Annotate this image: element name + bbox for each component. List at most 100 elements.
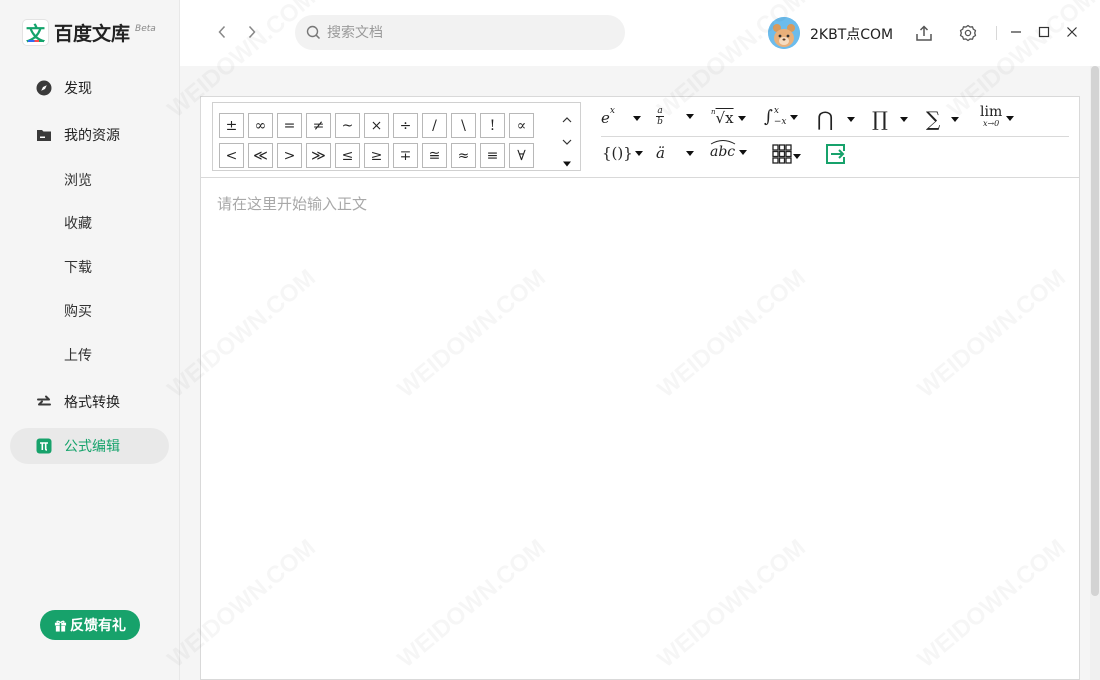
avatar[interactable]: [768, 17, 800, 49]
editor-body-placeholder[interactable]: 请在这里开始输入正文: [217, 193, 367, 214]
integral-upper: x: [773, 106, 779, 116]
symbol-backslash[interactable]: \: [451, 113, 476, 138]
formula-editor: ± ∞ = ≠ ~ × ÷ / \ ! ∝ < ≪ > ≫ ≤ ≥ ∓ ≅ ≈ …: [200, 96, 1080, 680]
symbol-plus-minus[interactable]: ±: [219, 113, 244, 138]
upload-icon[interactable]: [913, 22, 935, 44]
limit-sub: x→0: [982, 119, 1000, 128]
top-bar: 2KBT点COM: [180, 0, 1100, 66]
intersection-glyph: ⋂: [817, 107, 834, 131]
sidebar-subitem-browse[interactable]: 浏览: [64, 170, 92, 190]
symbol-minus-plus[interactable]: ∓: [393, 143, 418, 168]
dropdown-caret-icon: [685, 150, 694, 156]
scrollbar-thumb[interactable]: [1091, 66, 1099, 596]
symbol-equals[interactable]: =: [277, 113, 302, 138]
feedback-label: 反馈有礼: [70, 618, 126, 634]
limit-template[interactable]: lim x→0: [980, 104, 1015, 129]
chevron-up-icon[interactable]: [560, 113, 574, 127]
sidebar-item-discover[interactable]: 发现: [10, 70, 169, 106]
chevron-down-icon[interactable]: [560, 135, 574, 149]
logo-char: 文: [25, 23, 45, 45]
gift-icon: [54, 619, 67, 632]
sidebar-subitem-uploads[interactable]: 上传: [64, 345, 92, 365]
symbol-much-less[interactable]: ≪: [248, 143, 273, 168]
vertical-scrollbar[interactable]: [1090, 66, 1100, 680]
sum-glyph: ∑: [926, 107, 941, 131]
product-template[interactable]: ∏: [872, 107, 908, 131]
sidebar-item-label: 发现: [64, 81, 92, 97]
dropdown-caret-icon: [634, 150, 643, 156]
dropdown-caret-icon: [951, 116, 960, 122]
search-box[interactable]: [295, 15, 625, 50]
symbol-infinity[interactable]: ∞: [248, 113, 273, 138]
limit-glyph: lim: [980, 104, 1003, 120]
brackets-template[interactable]: {()}: [602, 144, 643, 162]
symbol-approx[interactable]: ≈: [451, 143, 476, 168]
gear-icon[interactable]: [957, 22, 979, 44]
dropdown-caret-icon: [739, 149, 748, 155]
integral-sign: ∫: [764, 107, 773, 127]
insert-formula-button[interactable]: [825, 143, 847, 169]
forward-arrow-icon[interactable]: [242, 22, 262, 42]
radical-body: √x: [715, 109, 734, 127]
integral-lower: −x: [773, 117, 787, 127]
accent-template[interactable]: ä: [656, 144, 694, 162]
symbol-for-all[interactable]: ∀: [509, 143, 534, 168]
symbol-proportional[interactable]: ∝: [509, 113, 534, 138]
dropdown-caret-icon: [847, 116, 856, 122]
brand[interactable]: 文 百度文库 Beta: [22, 19, 156, 46]
close-icon[interactable]: [1064, 24, 1080, 40]
swap-arrows-icon: [36, 394, 52, 410]
sidebar-subitem-favorites[interactable]: 收藏: [64, 213, 92, 233]
pi-icon: [36, 438, 52, 454]
toolbar-divider: [996, 26, 997, 40]
symbol-times[interactable]: ×: [364, 113, 389, 138]
dropdown-caret-icon: [899, 116, 908, 122]
sidebar-subitem-purchases[interactable]: 购买: [64, 301, 92, 321]
symbol-less-equal[interactable]: ≤: [335, 143, 360, 168]
sidebar-item-formula-editor[interactable]: 公式编辑: [10, 428, 169, 464]
integral-template[interactable]: ∫ x −x: [764, 106, 799, 128]
maximize-icon[interactable]: [1036, 24, 1052, 40]
matrix-template[interactable]: [772, 144, 801, 168]
search-icon: [306, 25, 321, 40]
back-arrow-icon[interactable]: [212, 22, 232, 42]
fraction-template[interactable]: a b: [656, 106, 694, 127]
dropdown-caret-icon: [1006, 115, 1015, 121]
symbol-greater-equal[interactable]: ≥: [364, 143, 389, 168]
symbol-greater-than[interactable]: >: [277, 143, 302, 168]
search-input[interactable]: [327, 24, 607, 41]
exponent-sup: x: [609, 106, 615, 116]
sum-template[interactable]: ∑: [926, 107, 960, 131]
exponent-template[interactable]: e x: [601, 106, 641, 127]
expand-palette-icon[interactable]: [560, 157, 574, 171]
minimize-icon[interactable]: [1008, 24, 1024, 40]
sidebar-item-format-convert[interactable]: 格式转换: [10, 384, 169, 420]
symbol-much-greater[interactable]: ≫: [306, 143, 331, 168]
beta-badge: Beta: [135, 23, 156, 34]
overarc-template[interactable]: abc: [710, 140, 748, 160]
dropdown-caret-icon: [632, 115, 641, 121]
symbol-identical[interactable]: ≡: [480, 143, 505, 168]
username[interactable]: 2KBT点COM: [810, 24, 893, 44]
brand-name: 百度文库: [54, 23, 131, 45]
sidebar: 文 百度文库 Beta 发现 我的资源 浏览 收藏 下载 购买 上传 格式转换 …: [0, 0, 180, 680]
radical-index: n: [711, 108, 716, 116]
sidebar-item-my-resources[interactable]: 我的资源: [10, 117, 169, 153]
symbol-factorial[interactable]: !: [480, 113, 505, 138]
symbol-congruent[interactable]: ≅: [422, 143, 447, 168]
dropdown-caret-icon: [790, 114, 799, 120]
symbol-not-equal[interactable]: ≠: [306, 113, 331, 138]
sidebar-item-label: 格式转换: [64, 395, 120, 411]
intersection-template[interactable]: ⋂: [817, 107, 856, 131]
symbol-tilde[interactable]: ~: [335, 113, 360, 138]
sidebar-subitem-downloads[interactable]: 下载: [64, 257, 92, 277]
feedback-button[interactable]: 反馈有礼: [40, 610, 140, 640]
radical-template[interactable]: n √x: [711, 108, 746, 127]
fraction-den: b: [657, 117, 663, 127]
brackets-glyph: {()}: [602, 144, 633, 162]
fraction-num: a: [657, 106, 663, 116]
toolbar-separator: [201, 177, 1079, 178]
symbol-slash[interactable]: /: [422, 113, 447, 138]
symbol-divide[interactable]: ÷: [393, 113, 418, 138]
symbol-less-than[interactable]: <: [219, 143, 244, 168]
